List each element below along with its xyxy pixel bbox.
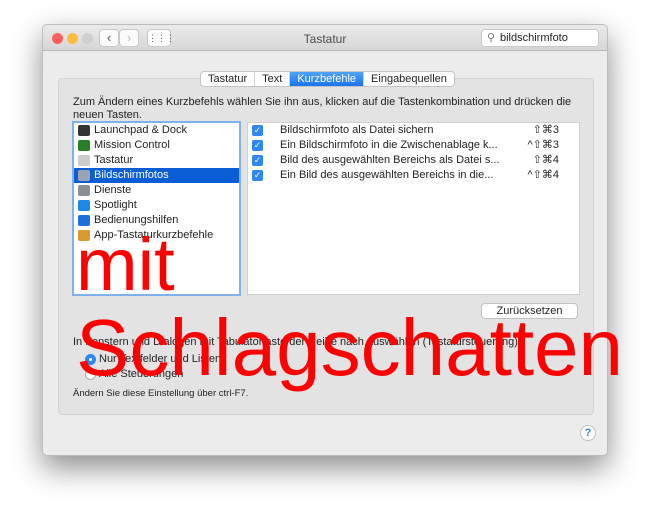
overlay-text-mit: mit [76, 223, 175, 306]
category-item[interactable]: Mission Control [74, 138, 239, 153]
shortcut-label: Ein Bild des ausgewählten Bereichs in di… [280, 169, 494, 181]
shortcut-row[interactable]: ✓ Bild des ausgewählten Bereichs als Date… [248, 153, 579, 168]
category-label: Mission Control [94, 139, 170, 151]
search-value: bildschirmfoto [500, 32, 568, 44]
shortcut-row[interactable]: ✓ Ein Bild des ausgewählten Bereichs in d… [248, 168, 579, 183]
category-label: Bildschirmfotos [94, 169, 169, 181]
gear-icon [78, 185, 90, 196]
shortcut-label: Ein Bildschirmfoto in die Zwischenablage… [280, 139, 498, 151]
shortcut-keys[interactable]: ^⇧⌘3 [528, 138, 560, 153]
category-item[interactable]: Tastatur [74, 153, 239, 168]
category-item[interactable]: Spotlight [74, 198, 239, 213]
category-item[interactable]: Launchpad & Dock [74, 123, 239, 138]
shortcut-keys[interactable]: ⇧⌘3 [533, 123, 559, 138]
shortcut-keys[interactable]: ⇧⌘4 [533, 153, 559, 168]
help-button[interactable]: ? [580, 425, 596, 441]
launchpad-icon [78, 125, 90, 136]
mission-control-icon [78, 140, 90, 151]
tab-kurzbefehle[interactable]: Kurzbefehle [290, 72, 365, 86]
category-label: Dienste [94, 184, 132, 196]
tab-text[interactable]: Text [255, 72, 291, 86]
search-icon: ⚲ [487, 32, 496, 44]
category-label: Spotlight [94, 199, 137, 211]
screenshot-icon [78, 170, 90, 181]
checkbox[interactable]: ✓ [252, 170, 263, 181]
spotlight-icon [78, 200, 90, 211]
category-label: Launchpad & Dock [94, 124, 187, 136]
shortcut-row[interactable]: ✓ Bildschirmfoto als Datei sichern ⇧⌘3 [248, 123, 579, 138]
checkbox[interactable]: ✓ [252, 125, 263, 136]
title-bar: ‹ › ⋮⋮⋮ Tastatur ⚲ bildschirmfoto [43, 25, 607, 51]
category-label: Tastatur [94, 154, 134, 166]
category-item[interactable]: Dienste [74, 183, 239, 198]
shortcut-label: Bild des ausgewählten Bereichs als Datei… [280, 154, 500, 166]
description: Zum Ändern eines Kurzbefehls wählen Sie … [73, 96, 572, 121]
shortcut-label: Bildschirmfoto als Datei sichern [280, 124, 434, 136]
tab-eingabequellen[interactable]: Eingabequellen [364, 72, 454, 86]
shortcut-keys[interactable]: ^⇧⌘4 [528, 168, 560, 183]
tab-tastatur[interactable]: Tastatur [201, 72, 256, 86]
overlay-text-schlagschatten: Schlagschatten [76, 303, 624, 392]
tab-bar: Tastatur Text Kurzbefehle Eingabequellen [200, 71, 455, 87]
checkbox[interactable]: ✓ [252, 155, 263, 166]
keyboard-icon [78, 155, 90, 166]
search-input[interactable]: ⚲ bildschirmfoto [481, 29, 599, 47]
shortcut-row[interactable]: ✓ Ein Bildschirmfoto in die Zwischenablag… [248, 138, 579, 153]
shortcut-table[interactable]: ✓ Bildschirmfoto als Datei sichern ⇧⌘3 ✓ Ein… [247, 122, 580, 295]
checkbox[interactable]: ✓ [252, 140, 263, 151]
category-item[interactable]: Bildschirmfotos [74, 168, 239, 183]
